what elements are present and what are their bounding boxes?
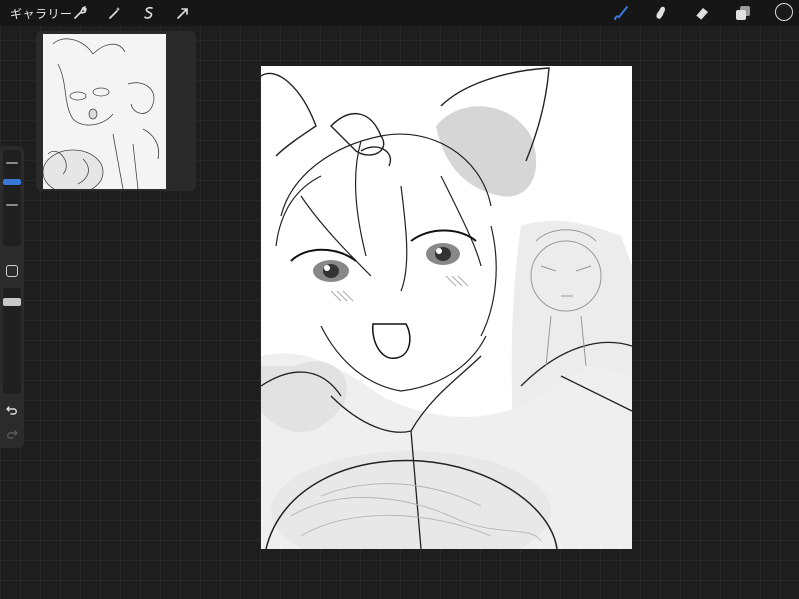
reference-thumbnail	[43, 34, 166, 189]
eraser-icon[interactable]	[692, 3, 712, 23]
brush-opacity-thumb[interactable]	[3, 298, 21, 306]
smudge-icon[interactable]	[651, 3, 671, 23]
transform-arrow-icon[interactable]	[173, 3, 193, 23]
slider-tick	[6, 162, 18, 164]
slider-tick	[6, 204, 18, 206]
undo-icon[interactable]	[5, 402, 19, 416]
color-picker-button[interactable]	[775, 3, 793, 21]
redo-icon[interactable]	[5, 426, 19, 440]
brush-size-thumb[interactable]	[3, 179, 21, 185]
top-toolbar: ギャラリー	[0, 0, 799, 26]
selection-icon[interactable]	[139, 3, 159, 23]
gallery-button[interactable]: ギャラリー	[10, 5, 73, 22]
wrench-icon[interactable]	[70, 3, 90, 23]
magic-wand-icon[interactable]	[105, 3, 125, 23]
brush-opacity-slider[interactable]	[3, 288, 21, 394]
brush-size-slider[interactable]	[3, 150, 21, 246]
brush-icon[interactable]	[611, 3, 631, 23]
layers-icon[interactable]	[733, 3, 753, 23]
reference-panel[interactable]	[36, 31, 196, 191]
drawing-canvas[interactable]	[261, 66, 632, 549]
modify-square-icon[interactable]	[6, 265, 18, 277]
left-sidebar	[0, 146, 24, 448]
